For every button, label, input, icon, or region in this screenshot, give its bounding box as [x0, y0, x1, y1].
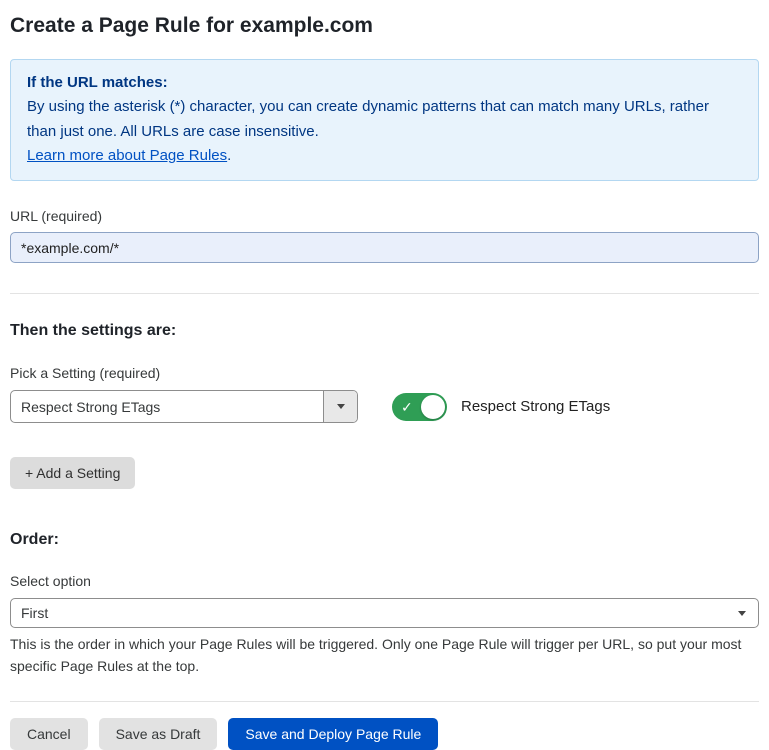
- divider: [10, 293, 759, 294]
- url-label: URL (required): [10, 208, 759, 224]
- setting-select[interactable]: Respect Strong ETags: [10, 390, 358, 423]
- info-box-heading: If the URL matches:: [27, 71, 742, 95]
- pick-setting-label: Pick a Setting (required): [10, 365, 759, 381]
- info-box-body: By using the asterisk (*) character, you…: [27, 95, 742, 144]
- chevron-down-icon: [337, 404, 345, 409]
- etags-toggle[interactable]: ✓: [392, 393, 447, 421]
- order-select[interactable]: First: [10, 598, 759, 628]
- setting-row: Respect Strong ETags ✓ Respect Strong ET…: [10, 390, 759, 423]
- setting-select-value: Respect Strong ETags: [11, 399, 323, 415]
- page-title: Create a Page Rule for example.com: [10, 14, 759, 38]
- add-setting-button[interactable]: + Add a Setting: [10, 457, 135, 489]
- order-select-value: First: [21, 605, 48, 621]
- url-input[interactable]: [10, 232, 759, 263]
- order-section-heading: Order:: [10, 531, 759, 549]
- divider: [10, 701, 759, 702]
- url-match-info-box: If the URL matches: By using the asteris…: [10, 59, 759, 181]
- toggle-knob: [421, 395, 445, 419]
- save-deploy-button[interactable]: Save and Deploy Page Rule: [228, 718, 438, 750]
- save-draft-button[interactable]: Save as Draft: [99, 718, 218, 750]
- order-help-text: This is the order in which your Page Rul…: [10, 634, 755, 677]
- check-icon: ✓: [401, 397, 413, 417]
- toggle-label: Respect Strong ETags: [461, 398, 610, 415]
- settings-section-heading: Then the settings are:: [10, 322, 759, 340]
- learn-more-link[interactable]: Learn more about Page Rules: [27, 147, 227, 164]
- setting-select-dropdown-button[interactable]: [323, 391, 357, 422]
- cancel-button[interactable]: Cancel: [10, 718, 88, 750]
- chevron-down-icon: [738, 611, 746, 616]
- footer-actions: Cancel Save as Draft Save and Deploy Pag…: [10, 718, 759, 750]
- info-link-row: Learn more about Page Rules.: [27, 144, 742, 168]
- order-select-label: Select option: [10, 573, 759, 589]
- link-period: .: [227, 147, 231, 164]
